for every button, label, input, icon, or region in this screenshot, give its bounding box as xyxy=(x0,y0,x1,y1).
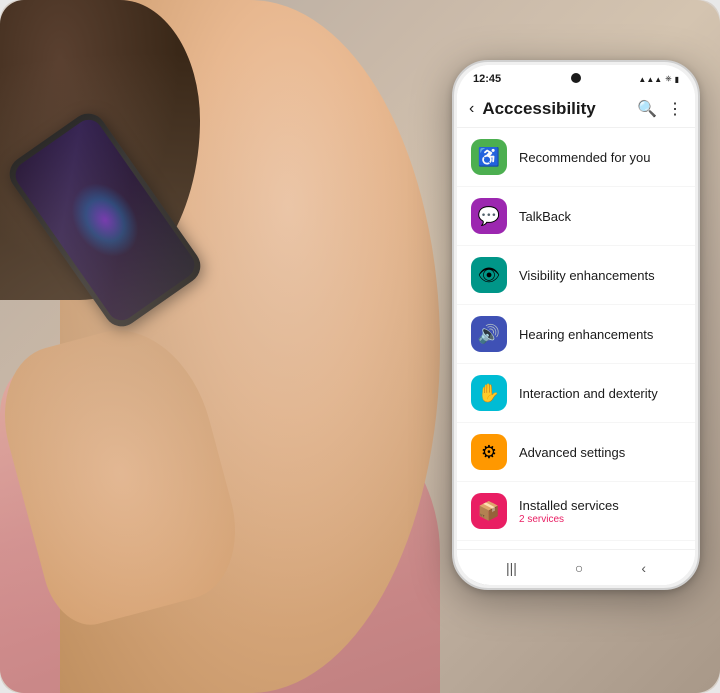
more-options-icon[interactable]: ⋮ xyxy=(667,99,683,119)
advanced-text-block: Advanced settings xyxy=(519,445,681,460)
hearing-icon: 🔊 xyxy=(471,316,507,352)
interaction-label: Interaction and dexterity xyxy=(519,386,681,401)
interaction-text-block: Interaction and dexterity xyxy=(519,386,681,401)
recommended-icon: ♿ xyxy=(471,139,507,175)
menu-item-advanced[interactable]: ⚙ Advanced settings xyxy=(457,423,695,482)
visibility-label: Visibility enhancements xyxy=(519,268,681,283)
menu-item-recommended[interactable]: ♿ Recommended for you xyxy=(457,128,695,187)
visibility-icon: 👁 xyxy=(471,257,507,293)
wifi-icon: ⎈ xyxy=(665,74,671,84)
battery-icon: ▮ xyxy=(675,75,679,84)
bottom-nav: ||| ○ ‹ xyxy=(457,549,695,585)
talkback-label: TalkBack xyxy=(519,209,681,224)
outer-container: 12:45 ▲▲▲ ⎈ ▮ ‹ Acccessibility 🔍 ⋮ ♿ Reco… xyxy=(0,0,720,693)
installed-sublabel: 2 services xyxy=(519,514,681,525)
talkback-icon: 💬 xyxy=(471,198,507,234)
back-button[interactable]: ‹ xyxy=(469,100,474,118)
menu-item-installed[interactable]: 📦 Installed services2 services xyxy=(457,482,695,541)
back-nav-button[interactable]: ‹ xyxy=(629,556,658,580)
installed-text-block: Installed services2 services xyxy=(519,498,681,525)
installed-icon: 📦 xyxy=(471,493,507,529)
status-time: 12:45 xyxy=(473,73,501,85)
header-actions: 🔍 ⋮ xyxy=(637,99,683,119)
menu-item-interaction[interactable]: ✋ Interaction and dexterity xyxy=(457,364,695,423)
menu-item-hearing[interactable]: 🔊 Hearing enhancements xyxy=(457,305,695,364)
visibility-text-block: Visibility enhancements xyxy=(519,268,681,283)
advanced-icon: ⚙ xyxy=(471,434,507,470)
menu-item-visibility[interactable]: 👁 Visibility enhancements xyxy=(457,246,695,305)
recommended-text-block: Recommended for you xyxy=(519,150,681,165)
camera-notch xyxy=(571,73,581,83)
talkback-text-block: TalkBack xyxy=(519,209,681,224)
page-title: Acccessibility xyxy=(482,99,629,119)
search-icon[interactable]: 🔍 xyxy=(637,99,657,119)
recent-apps-button[interactable]: ||| xyxy=(494,556,529,580)
interaction-icon: ✋ xyxy=(471,375,507,411)
status-icons: ▲▲▲ ⎈ ▮ xyxy=(638,74,679,84)
signal-icon: ▲▲▲ xyxy=(638,75,662,84)
installed-label: Installed services xyxy=(519,498,681,513)
menu-item-talkback[interactable]: 💬 TalkBack xyxy=(457,187,695,246)
advanced-label: Advanced settings xyxy=(519,445,681,460)
header-bar: ‹ Acccessibility 🔍 ⋮ xyxy=(457,93,695,128)
recommended-label: Recommended for you xyxy=(519,150,681,165)
phone-inner: 12:45 ▲▲▲ ⎈ ▮ ‹ Acccessibility 🔍 ⋮ ♿ Reco… xyxy=(457,65,695,585)
home-button[interactable]: ○ xyxy=(563,556,595,580)
screen-glow xyxy=(57,170,152,270)
hearing-label: Hearing enhancements xyxy=(519,327,681,342)
menu-list: ♿ Recommended for you 💬 TalkBack 👁 Visibility… xyxy=(457,128,695,585)
hearing-text-block: Hearing enhancements xyxy=(519,327,681,342)
phone-mockup: 12:45 ▲▲▲ ⎈ ▮ ‹ Acccessibility 🔍 ⋮ ♿ Reco… xyxy=(452,60,700,590)
